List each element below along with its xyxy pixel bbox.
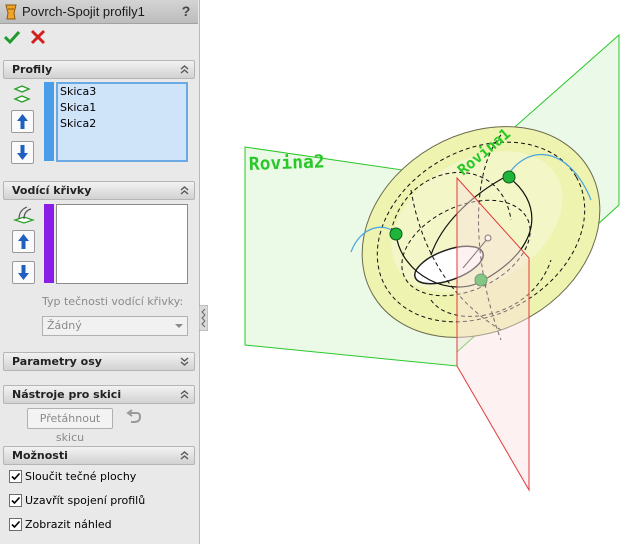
checkbox[interactable] [9,494,22,507]
help-icon[interactable]: ? [178,3,194,21]
show-preview-option[interactable]: Zobrazit náhled [9,517,189,533]
move-down-button[interactable] [12,261,35,284]
section-title: Nástroje pro skici [12,388,122,401]
graphics-viewport[interactable]: Rovina2 Rovina1 [201,0,625,544]
collapse-icon[interactable] [179,450,190,461]
collapse-icon[interactable] [179,185,190,196]
loft-feature-icon [5,4,17,20]
profile-icon [13,85,31,103]
profile-connector-point[interactable] [389,227,403,241]
arrow-down-icon [18,265,29,280]
profile-connector-point[interactable] [502,170,516,184]
sketch-tools-section-header[interactable]: Nástroje pro skici [3,385,195,404]
list-item[interactable]: Skica2 [58,116,186,132]
section-title: Vodící křivky [12,184,92,197]
profiles-list[interactable]: Skica3 Skica1 Skica2 [56,82,188,162]
arrow-up-icon [18,234,29,249]
merge-tangent-faces-option[interactable]: Sloučit tečné plochy [9,469,189,485]
check-icon[interactable] [4,29,20,45]
chevron-down-icon [175,324,183,328]
arrow-down-icon [17,145,28,160]
option-label: Zobrazit náhled [25,518,112,531]
guide-curves-section-header[interactable]: Vodící křivky [3,181,195,200]
undo-sketch-icon[interactable] [124,409,142,427]
profiles-color-bar [44,82,54,161]
list-item[interactable]: Skica3 [58,84,186,100]
x-icon[interactable] [30,29,46,45]
title-bar: Povrch-Spojit profily1 ? [0,0,198,24]
plane-label-rovina2: Rovina2 [248,151,325,175]
close-loft-option[interactable]: Uzavřít spojení profilů [9,493,189,509]
check-icon [11,472,21,481]
move-down-button[interactable] [11,141,34,164]
checkbox[interactable] [9,470,22,483]
tangency-type-label: Typ tečnosti vodící křivky: [42,295,184,308]
list-item[interactable]: Skica1 [58,100,186,116]
centerline-section-header[interactable]: Parametry osy [3,352,195,371]
arrow-up-icon [17,114,28,129]
options-section-header[interactable]: Možnosti [3,446,195,465]
collapse-icon[interactable] [179,389,190,400]
tangency-type-value: Žádný [47,319,82,332]
drag-sketch-button[interactable]: Přetáhnout skicu [27,408,113,444]
move-up-button[interactable] [11,110,34,133]
guide-curves-color-bar [44,204,54,283]
tangency-type-select[interactable]: Žádný [42,316,188,336]
option-label: Uzavřít spojení profilů [25,494,146,507]
guide-curve-icon [13,206,35,224]
section-title: Možnosti [12,449,68,462]
option-label: Sloučit tečné plochy [25,470,137,483]
profiles-section-header[interactable]: Profily [3,60,195,79]
check-icon [11,496,21,505]
expand-icon[interactable] [179,356,190,367]
property-manager: Povrch-Spojit profily1 ? Profily Skica3 … [0,0,200,544]
check-icon [11,520,21,529]
window-title: Povrch-Spojit profily1 [22,4,145,19]
collapse-icon[interactable] [179,64,190,75]
section-title: Parametry osy [12,355,102,368]
guide-curves-list[interactable] [56,204,188,284]
section-title: Profily [12,63,53,76]
move-up-button[interactable] [12,230,35,253]
checkbox[interactable] [9,518,22,531]
